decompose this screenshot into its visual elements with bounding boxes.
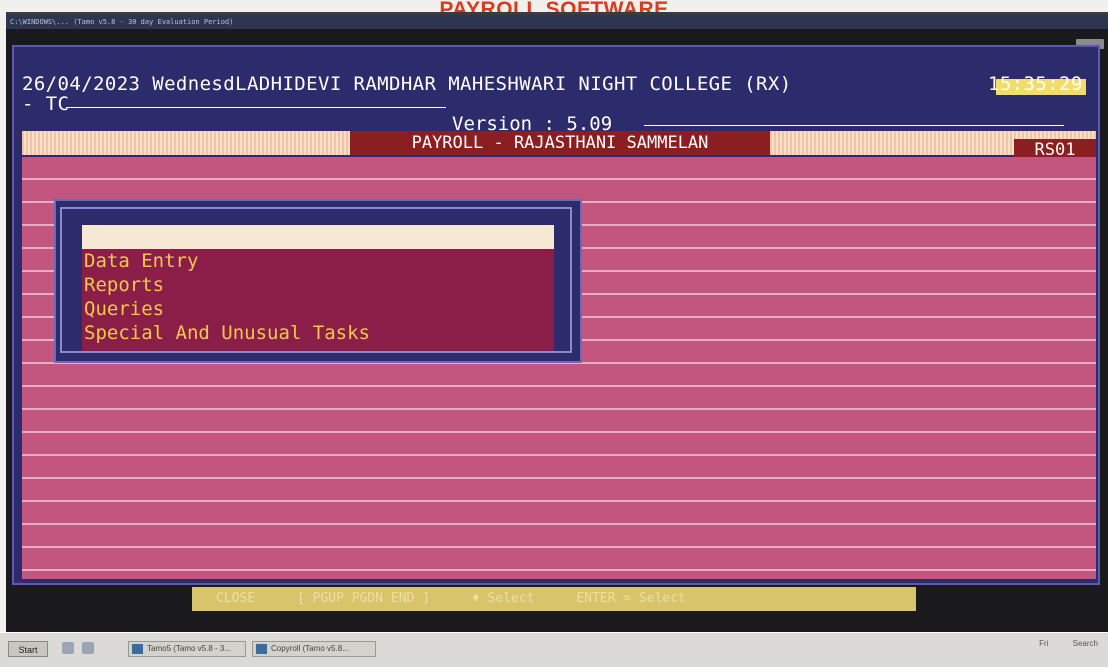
main-menu-frame: Master Maintenance Data Entry Reports Qu… [60,207,572,353]
menu-item-master-maintenance[interactable]: Master Maintenance [82,225,554,249]
tray-label[interactable]: Search [1073,639,1098,648]
window-titlebar[interactable]: C:\WINDOWS\... (Tamo v5.8 - 30 day Evalu… [6,15,1108,29]
menu-item-queries[interactable]: Queries [82,297,554,321]
module-title: PAYROLL - RAJASTHANI SAMMELAN [350,131,770,155]
menu-item-reports[interactable]: Reports [82,273,554,297]
taskbar-item[interactable]: Copyroll (Tamo v5.8... [252,641,376,657]
header-line: 26/04/2023 WednesdLADHIDEVI RAMDHAR MAHE… [22,73,1082,95]
status-key: CLOSE [216,591,256,606]
menu-item-special-tasks[interactable]: Special And Unusual Tasks [82,321,554,345]
status-key: ENTER = Select [576,591,686,606]
main-menu-list: Master Maintenance Data Entry Reports Qu… [82,225,554,351]
header-divider [644,125,1064,126]
date-college-label: 26/04/2023 WednesdLADHIDEVI RAMDHAR MAHE… [22,73,792,95]
taskbar-item-label: Copyroll (Tamo v5.8... [271,644,349,653]
terminal-screen: 26/04/2023 WednesdLADHIDEVI RAMDHAR MAHE… [12,45,1100,585]
terminal-window: C:\WINDOWS\... (Tamo v5.8 - 30 day Evalu… [6,12,1108,635]
taskbar: Start Tamo5 (Tamo v5.8 - 3... Copyroll (… [0,632,1108,667]
main-menu: Master Maintenance Data Entry Reports Qu… [54,199,582,363]
key-help-bar: CLOSE [ PGUP PGDN END ] ♦ Select ENTER =… [192,587,916,611]
header-divider [66,107,446,108]
browser-icon[interactable] [62,642,74,654]
tray-label[interactable]: Fri [1039,639,1048,648]
app-icon [256,644,267,654]
app-icon [132,644,143,654]
status-key: [ PGUP PGDN END ] [296,591,431,606]
start-button[interactable]: Start [8,641,48,657]
taskbar-item[interactable]: Tamo5 (Tamo v5.8 - 3... [128,641,246,657]
system-tray: Fri Search [1017,639,1098,648]
status-key: ♦ Select [471,591,535,606]
user-label: - TC [22,93,70,115]
menu-item-data-entry[interactable]: Data Entry [82,249,554,273]
clock-time: 15:35:29 [988,73,1083,95]
folder-icon[interactable] [82,642,94,654]
taskbar-item-label: Tamo5 (Tamo v5.8 - 3... [147,644,232,653]
